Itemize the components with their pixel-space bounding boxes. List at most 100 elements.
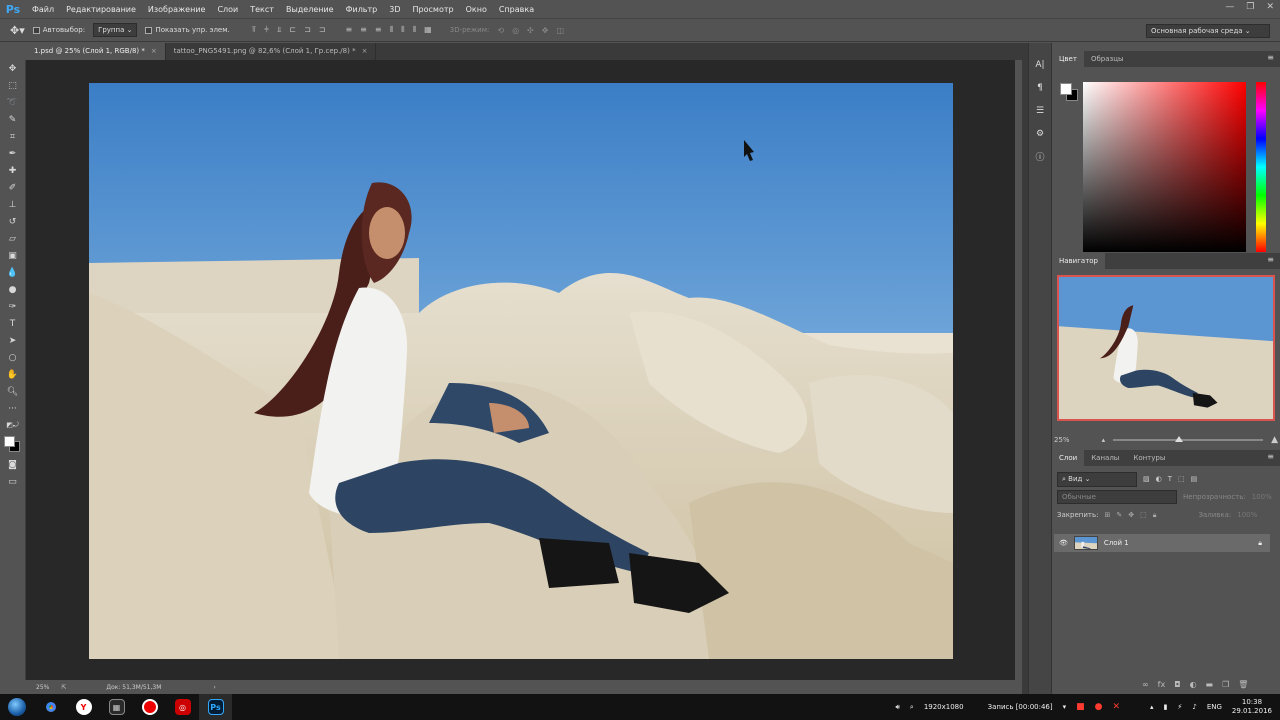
autoselect-dropdown[interactable]: Группа ⌄ xyxy=(93,23,138,37)
tray-language[interactable]: ENG xyxy=(1207,703,1222,711)
menu-layers[interactable]: Слои xyxy=(211,5,244,14)
autoselect-checkbox[interactable]: Автовыбор: xyxy=(32,26,85,34)
quick-mask-icon[interactable]: ◙ xyxy=(0,456,25,473)
tray-dropdown-icon[interactable]: ▾ xyxy=(1063,703,1067,711)
move-tool-icon[interactable]: ✥ xyxy=(0,60,25,77)
tray-volume-icon[interactable]: ♪ xyxy=(1192,703,1196,711)
show-transform-checkbox[interactable]: Показать упр. элем. xyxy=(145,26,230,34)
panel-menu-icon[interactable]: ≡ xyxy=(1267,452,1274,461)
new-adjustment-icon[interactable]: ◐ xyxy=(1190,680,1197,689)
menu-window[interactable]: Окно xyxy=(460,5,493,14)
tray-search-icon[interactable]: ⌕ xyxy=(910,703,914,712)
path-select-tool-icon[interactable]: ➤ xyxy=(0,332,25,349)
tray-expand-icon[interactable]: ▴ xyxy=(1150,703,1154,711)
align-hcenter-icon[interactable]: ⊐ xyxy=(304,25,311,35)
color-panel-foreground[interactable] xyxy=(1060,83,1072,95)
menu-filter[interactable]: Фильтр xyxy=(340,5,384,14)
add-mask-icon[interactable]: ◘ xyxy=(1174,680,1180,689)
3d-drag-icon[interactable]: ✣ xyxy=(527,26,534,35)
tab-document-2[interactable]: tattoo_PNG5491.png @ 82,6% (Слой 1, Гр.с… xyxy=(166,43,377,60)
character-panel-icon[interactable]: A| xyxy=(1029,53,1051,76)
new-group-icon[interactable]: ▬ xyxy=(1206,680,1214,689)
layer-style-icon[interactable]: fx xyxy=(1158,680,1166,689)
type-tool-icon[interactable]: T xyxy=(0,315,25,332)
navigator-zoom-slider[interactable] xyxy=(1113,436,1264,442)
distribute-top-icon[interactable]: ≡ xyxy=(345,25,352,35)
paragraph-panel-icon[interactable]: ¶ xyxy=(1029,76,1051,99)
zoom-in-icon[interactable]: ▲ xyxy=(1271,435,1278,445)
color-swatches[interactable] xyxy=(0,434,25,456)
record-stop-icon[interactable]: ■ xyxy=(1076,702,1085,712)
visibility-eye-icon[interactable]: 👁︎ xyxy=(1059,539,1068,547)
tab-close-icon[interactable]: × xyxy=(362,47,368,55)
brush-tool-icon[interactable]: ✐ xyxy=(0,179,25,196)
fill-value[interactable]: 100% xyxy=(1237,511,1257,519)
history-brush-tool-icon[interactable]: ↺ xyxy=(0,213,25,230)
maximize-icon[interactable]: ❐ xyxy=(1246,2,1254,12)
quick-select-tool-icon[interactable]: ✎ xyxy=(0,111,25,128)
taskbar-player[interactable]: ◎ xyxy=(166,694,199,720)
tab-document-1[interactable]: 1.psd @ 25% (Слой 1, RGB/8) * × xyxy=(26,43,166,60)
filter-shape-icon[interactable]: ⬚ xyxy=(1178,475,1185,483)
link-layers-icon[interactable]: ∞ xyxy=(1142,680,1149,689)
start-button[interactable] xyxy=(0,694,34,720)
tab-paths[interactable]: Контуры xyxy=(1126,450,1172,466)
navigator-zoom-value[interactable]: 25% xyxy=(1054,436,1070,444)
distribute-bottom-icon[interactable]: ≡ xyxy=(375,25,382,35)
zoom-tool-icon[interactable]: 🔍︎ xyxy=(0,383,25,400)
tray-speaker-icon[interactable]: 🔊︎ xyxy=(895,703,899,712)
auto-align-icon[interactable]: ▦ xyxy=(424,25,432,35)
new-layer-icon[interactable]: ❐ xyxy=(1222,680,1229,689)
filter-pixel-icon[interactable]: ▨ xyxy=(1143,475,1150,483)
align-left-icon[interactable]: ⊏ xyxy=(289,25,296,35)
menu-view[interactable]: Просмотр xyxy=(407,5,460,14)
menu-image[interactable]: Изображение xyxy=(142,5,212,14)
taskbar-chrome[interactable] xyxy=(34,694,67,720)
color-panel-swatches[interactable] xyxy=(1060,83,1080,103)
status-export-icon[interactable]: ⇱ xyxy=(61,684,66,691)
menu-3d[interactable]: 3D xyxy=(383,5,406,14)
3d-slide-icon[interactable]: ✥ xyxy=(542,26,549,35)
taskbar-yandex[interactable]: Y xyxy=(67,694,100,720)
panel-menu-icon[interactable]: ≡ xyxy=(1267,255,1274,264)
panel-menu-icon[interactable]: ≡ xyxy=(1267,53,1274,62)
lock-artboard-icon[interactable]: ⬚ xyxy=(1140,511,1147,519)
properties-panel-icon[interactable]: ⚙ xyxy=(1029,122,1051,145)
eyedropper-tool-icon[interactable]: ✒ xyxy=(0,145,25,162)
photoshop-logo-icon[interactable]: Ps xyxy=(0,3,26,16)
filter-adjustment-icon[interactable]: ◐ xyxy=(1156,475,1162,483)
tab-channels[interactable]: Каналы xyxy=(1084,450,1126,466)
distribute-hcenter-icon[interactable]: ⦀ xyxy=(401,25,405,35)
clone-stamp-tool-icon[interactable]: ⊥ xyxy=(0,196,25,213)
layer-filter-dropdown[interactable]: ⌕ Вид ⌄ xyxy=(1057,471,1137,487)
3d-scale-icon[interactable]: ◫ xyxy=(556,26,564,35)
lock-pixels-icon[interactable]: ✎ xyxy=(1116,511,1122,519)
canvas-area[interactable] xyxy=(26,60,1015,680)
menu-type[interactable]: Текст xyxy=(244,5,280,14)
menu-help[interactable]: Справка xyxy=(493,5,540,14)
tab-navigator[interactable]: Навигатор xyxy=(1052,253,1105,269)
document-image[interactable] xyxy=(89,83,953,659)
opacity-value[interactable]: 100% xyxy=(1252,493,1272,501)
navigator-thumbnail[interactable] xyxy=(1057,275,1275,421)
marquee-tool-icon[interactable]: ⬚ xyxy=(0,77,25,94)
hue-slider[interactable] xyxy=(1256,82,1266,252)
record-dot-icon[interactable]: ● xyxy=(1095,702,1103,712)
dodge-tool-icon[interactable]: ● xyxy=(0,281,25,298)
filter-type-icon[interactable]: T xyxy=(1168,475,1172,483)
shape-tool-icon[interactable]: ○ xyxy=(0,349,25,366)
tray-power-icon[interactable]: ⚡ xyxy=(1177,703,1182,711)
status-menu-arrow[interactable]: › xyxy=(213,684,215,691)
tray-network-icon[interactable]: ▮ xyxy=(1164,703,1168,711)
tray-clock[interactable]: 10:38 29.01.2016 xyxy=(1232,698,1272,716)
minimize-icon[interactable]: — xyxy=(1225,2,1234,12)
screen-mode-icon[interactable]: ▭ xyxy=(0,473,25,490)
eraser-tool-icon[interactable]: ▱ xyxy=(0,230,25,247)
blend-mode-dropdown[interactable]: Обычные xyxy=(1057,490,1177,504)
align-vcenter-icon[interactable]: ⫩ xyxy=(264,25,269,35)
distribute-left-icon[interactable]: ⦀ xyxy=(390,25,394,35)
align-bottom-icon[interactable]: ⫫ xyxy=(277,25,282,35)
zoom-out-icon[interactable]: ▴ xyxy=(1102,436,1106,444)
zoom-slider-knob[interactable] xyxy=(1175,436,1184,442)
hand-tool-icon[interactable]: ✋ xyxy=(0,366,25,383)
